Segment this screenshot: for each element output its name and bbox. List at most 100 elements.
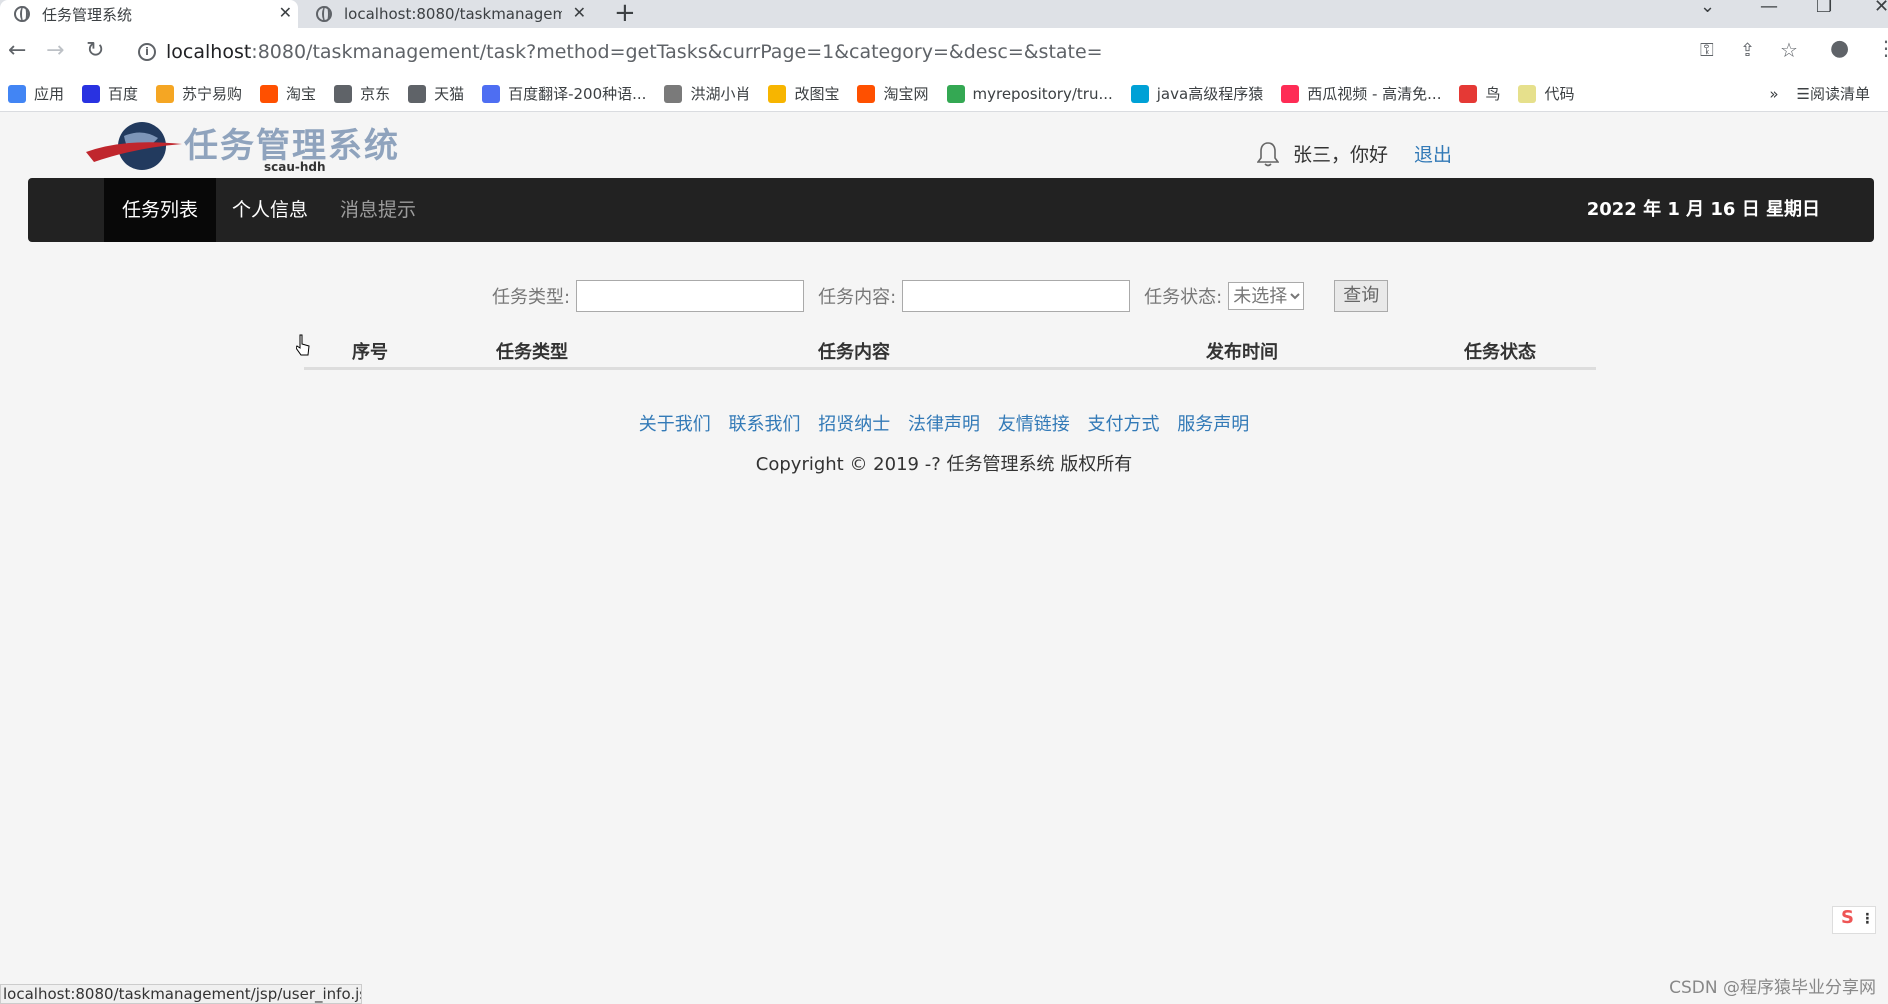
menu-icon[interactable]: ⋮ xyxy=(1876,36,1888,60)
nav-task-list[interactable]: 任务列表 xyxy=(104,178,217,242)
watermark: CSDN @程序猿毕业分享网 xyxy=(1669,978,1876,998)
task-table-header: 序号 任务类型 任务内容 发布时间 任务状态 xyxy=(304,332,1596,370)
bookmark-item[interactable]: 代码 xyxy=(1518,83,1575,104)
bookmark-label: 西瓜视频 - 高清免... xyxy=(1307,85,1442,103)
task-content-label: 任务内容: xyxy=(818,287,897,308)
bookmark-item[interactable]: 应用 xyxy=(8,83,64,104)
baidu-paw-icon xyxy=(82,84,101,103)
tab-title: 任务管理系统 xyxy=(42,5,133,24)
reading-list-button[interactable]: ☰ 阅读清单 xyxy=(1797,83,1870,104)
current-date: 2022 年 1 月 16 日 星期日 xyxy=(1586,199,1820,220)
browser-toolbar: ← → ↻ i localhost:8080/taskmanagement/ta… xyxy=(0,28,1888,76)
col-task-type: 任务类型 xyxy=(496,342,568,363)
footer-link-about[interactable]: 关于我们 xyxy=(639,414,711,435)
status-bar-url: localhost:8080/taskmanagement/jsp/user_i… xyxy=(0,984,362,1004)
bilibili-icon xyxy=(1130,84,1149,103)
site-info-icon[interactable]: i xyxy=(138,43,156,61)
bookmark-label: 百度 xyxy=(108,85,139,103)
main-navbar: 任务列表 个人信息 消息提示 2022 年 1 月 16 日 星期日 xyxy=(28,178,1874,242)
task-type-input[interactable] xyxy=(576,280,805,312)
bookmark-label: 苏宁易购 xyxy=(182,85,243,103)
bookmark-label: 代码 xyxy=(1544,85,1575,103)
tab-task-system[interactable]: 任务管理系统 ✕ xyxy=(0,0,298,28)
bookmark-item[interactable]: 鸟 xyxy=(1459,83,1500,104)
browser-tabstrip: 任务管理系统 ✕ localhost:8080/taskmanageme ✕ +… xyxy=(0,0,1888,28)
bookmarks-overflow-icon[interactable]: » xyxy=(1769,85,1778,103)
bookmark-item[interactable]: 洪湖小肖 xyxy=(664,83,750,104)
logo: 任务管理系统 scau-hdh xyxy=(84,118,414,176)
footer-link-friends[interactable]: 友情链接 xyxy=(998,414,1070,435)
minimize-icon[interactable]: — xyxy=(1760,0,1778,17)
user-bar: 张三，你好 退出 xyxy=(1256,140,1452,167)
copyright: Copyright © 2019 -? 任务管理系统 版权所有 xyxy=(755,454,1133,475)
tab-search-icon[interactable]: ⌄ xyxy=(1700,0,1715,17)
col-task-content: 任务内容 xyxy=(818,342,890,363)
bookmarks-bar: 应用 百度 苏宁易购 淘宝 京东 天猫 百度翻译-200种语... 洪湖小肖 改图宝 淘宝网 myr… xyxy=(0,76,1888,112)
forward-icon[interactable]: → xyxy=(46,38,64,63)
bell-icon[interactable] xyxy=(1256,141,1279,167)
key-icon[interactable]: ⚿ xyxy=(1700,40,1714,61)
share-icon[interactable]: ⇪ xyxy=(1740,40,1755,61)
bookmark-item[interactable]: 淘宝网 xyxy=(857,83,929,104)
url-text[interactable]: localhost:8080/taskmanagement/task?metho… xyxy=(166,41,1103,63)
bookmark-item[interactable]: myrepository/tru... xyxy=(946,84,1113,103)
bird-icon xyxy=(664,84,683,103)
reload-icon[interactable]: ↻ xyxy=(86,38,104,63)
bookmark-label: 京东 xyxy=(360,85,391,103)
bookmark-item[interactable]: java高级程序猿 xyxy=(1130,83,1263,104)
xigua-icon xyxy=(1281,84,1300,103)
bookmark-item[interactable]: 百度 xyxy=(82,83,138,104)
task-type-label: 任务类型: xyxy=(492,287,571,308)
footer-link-careers[interactable]: 招贤纳士 xyxy=(818,414,890,435)
bookmark-label: 鸟 xyxy=(1485,85,1501,103)
bookmark-item[interactable]: 天猫 xyxy=(408,83,464,104)
gaitubao-icon xyxy=(768,84,787,103)
address-bar[interactable]: i localhost:8080/taskmanagement/task?met… xyxy=(130,34,1770,70)
url-path: :8080/taskmanagement/task?method=getTask… xyxy=(251,41,1103,63)
bookmark-item[interactable]: 百度翻译-200种语... xyxy=(482,83,646,104)
tab-localhost[interactable]: localhost:8080/taskmanageme ✕ xyxy=(302,0,592,28)
back-icon[interactable]: ← xyxy=(8,38,26,63)
bookmark-item[interactable]: 苏宁易购 xyxy=(156,83,242,104)
globe-icon xyxy=(334,84,353,103)
close-tab-icon[interactable]: ✕ xyxy=(573,3,586,22)
suning-icon xyxy=(156,84,175,103)
user-greeting: 张三，你好 xyxy=(1292,144,1388,166)
apps-grid-icon xyxy=(8,84,26,103)
bookmark-item[interactable]: 西瓜视频 - 高清免... xyxy=(1281,83,1441,104)
bookmark-label: 天猫 xyxy=(434,85,465,103)
globe-icon xyxy=(408,84,427,103)
bookmark-label: 应用 xyxy=(34,85,65,103)
close-tab-icon[interactable]: ✕ xyxy=(279,3,292,22)
nav-messages[interactable]: 消息提示 xyxy=(322,178,434,242)
bookmark-item[interactable]: 改图宝 xyxy=(768,83,839,104)
close-window-icon[interactable]: ✕ xyxy=(1874,0,1888,17)
bookmark-item[interactable]: 京东 xyxy=(334,83,390,104)
nav-personal-info[interactable]: 个人信息 xyxy=(214,178,326,242)
task-state-select[interactable]: 未选择 xyxy=(1228,282,1305,310)
restore-icon[interactable]: ❐ xyxy=(1816,0,1832,17)
task-content-input[interactable] xyxy=(902,280,1131,312)
url-host: localhost xyxy=(166,41,252,63)
profile-icon[interactable]: ● xyxy=(1830,36,1849,61)
star-icon[interactable]: ☆ xyxy=(1780,38,1798,62)
query-button[interactable]: 查询 xyxy=(1334,280,1389,312)
sogou-ime-widget[interactable]: S ⋮ xyxy=(1832,906,1876,934)
footer-link-legal[interactable]: 法律声明 xyxy=(908,414,980,435)
bookmark-item[interactable]: 淘宝 xyxy=(260,83,316,104)
logout-link[interactable]: 退出 xyxy=(1414,140,1452,167)
footer-link-service[interactable]: 服务声明 xyxy=(1177,414,1249,435)
globe-icon xyxy=(316,6,332,22)
translate-icon xyxy=(482,84,501,103)
col-index: 序号 xyxy=(352,342,388,363)
footer-links: 关于我们 联系我们 招贤纳士 法律声明 友情链接 支付方式 服务声明 xyxy=(0,410,1888,436)
taobao-icon xyxy=(857,84,876,103)
logo-subtitle: scau-hdh xyxy=(264,160,326,174)
col-publish-time: 发布时间 xyxy=(1206,342,1278,363)
search-form: 任务类型: 任务内容: 任务状态: 未选择 查询 xyxy=(492,280,1389,312)
task-state-label: 任务状态: xyxy=(1144,287,1223,308)
footer-link-payment[interactable]: 支付方式 xyxy=(1087,414,1159,435)
footer-link-contact[interactable]: 联系我们 xyxy=(729,414,801,435)
new-tab-icon[interactable]: + xyxy=(614,0,636,28)
page: 任务管理系统 scau-hdh 张三，你好 退出 任务列表 个人信息 消息提示 … xyxy=(0,112,1888,1004)
